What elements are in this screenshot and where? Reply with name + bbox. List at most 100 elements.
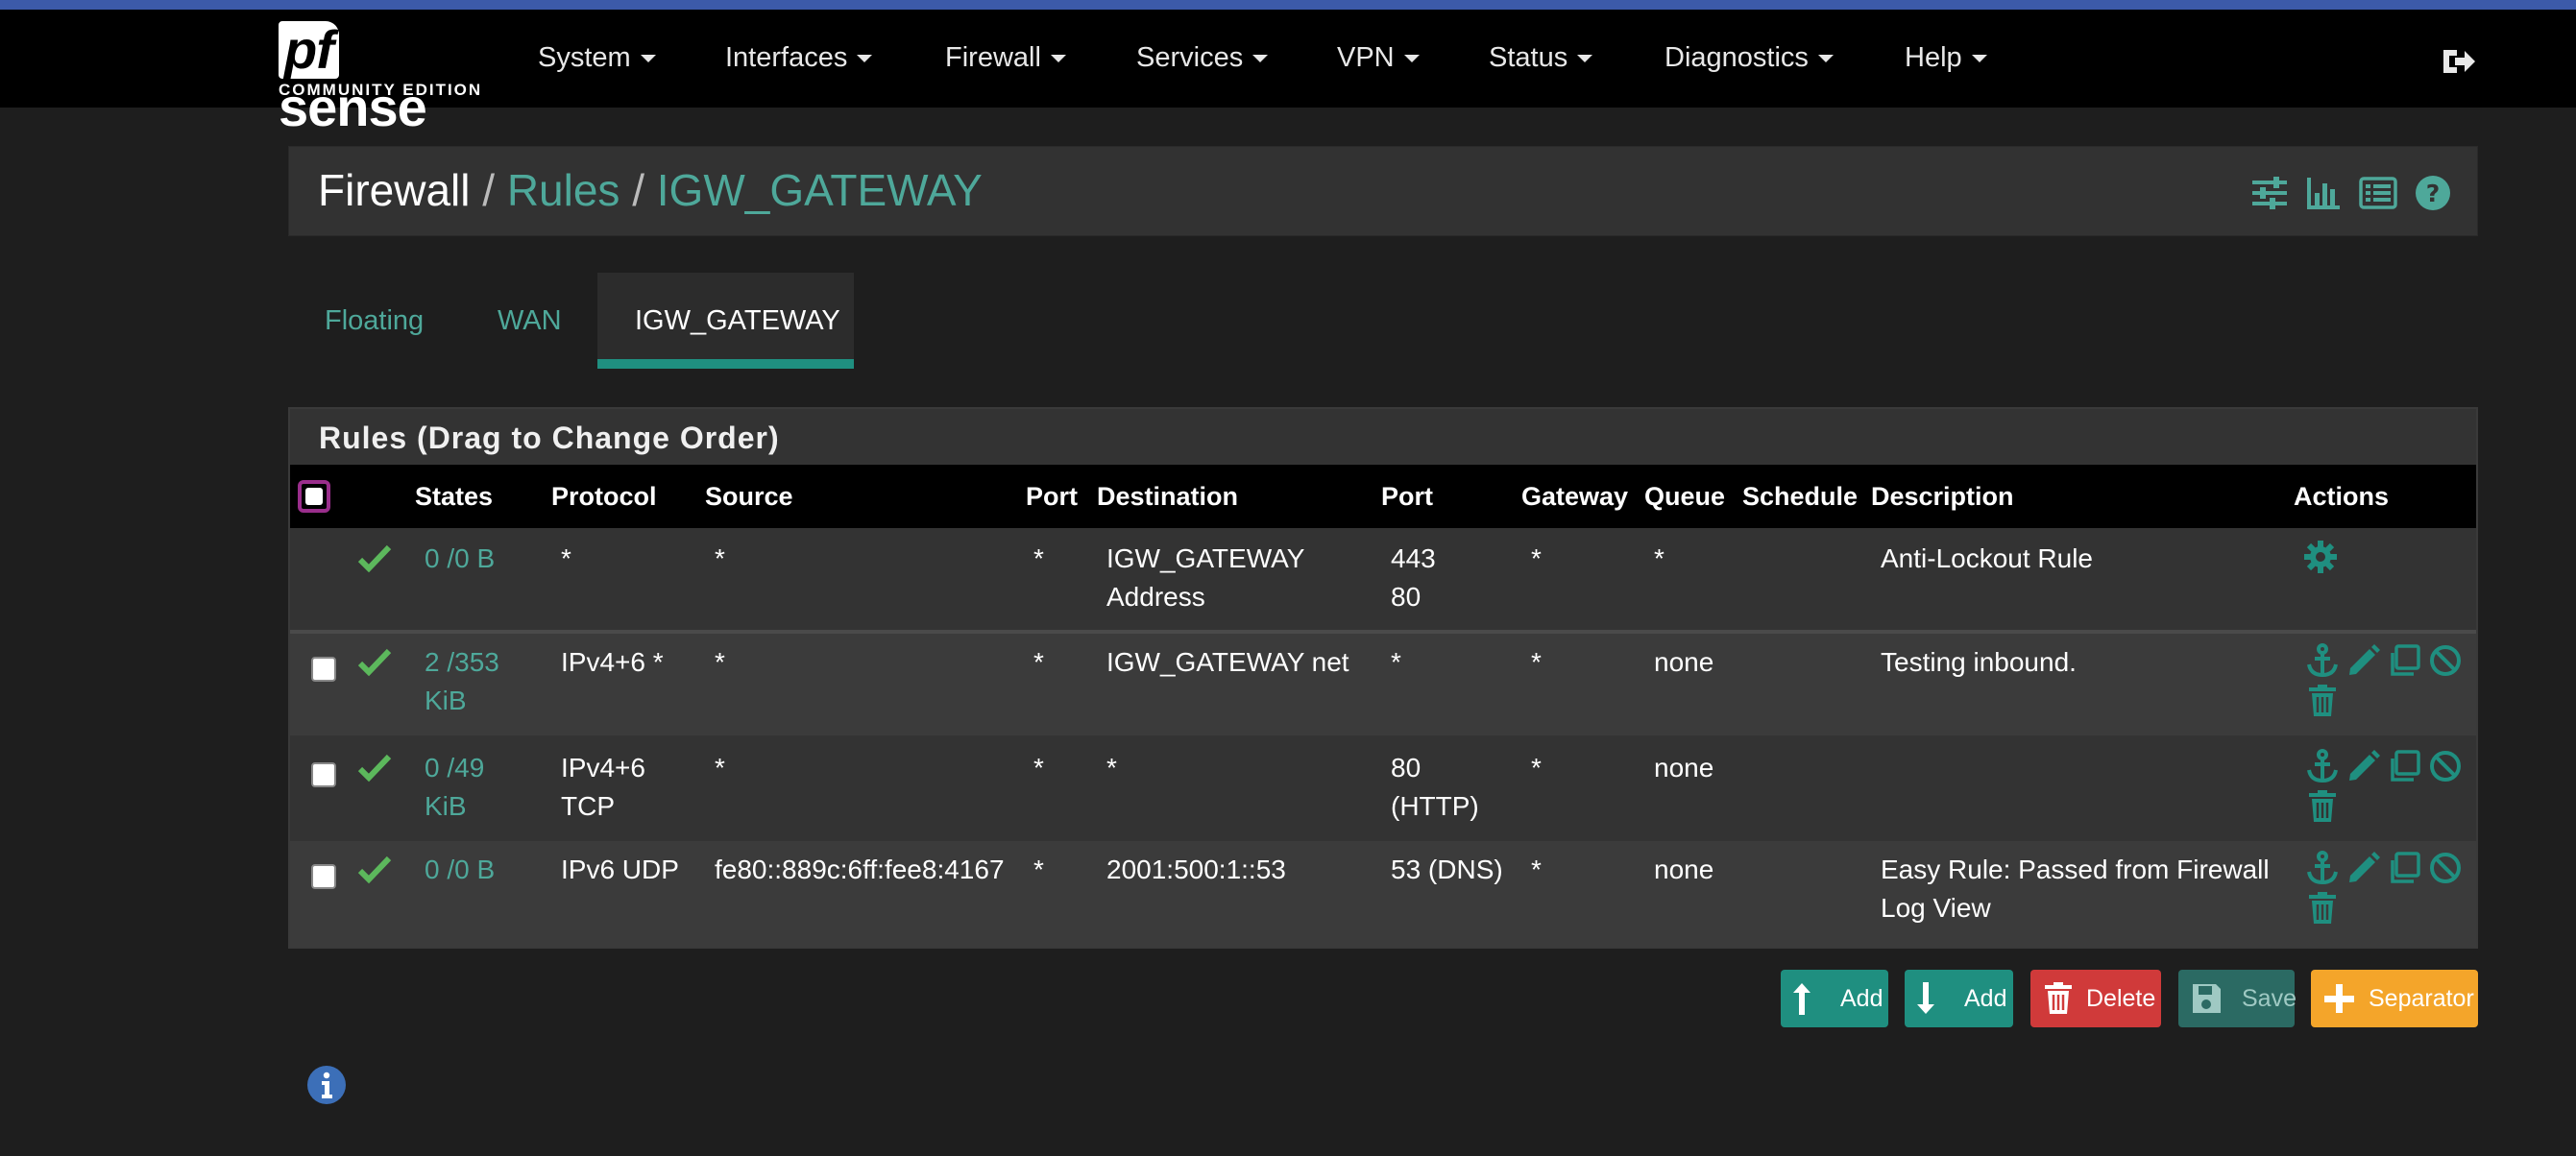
- table-row[interactable]: 0 /0 B IPv6 UDP fe80::889c:6ff:fee8:4167…: [290, 841, 2476, 947]
- description: Testing inbound.: [1881, 647, 2077, 677]
- destination-line2: Address: [1106, 582, 1205, 612]
- destination: IGW_GATEWAY net: [1106, 647, 1349, 677]
- sliders-icon[interactable]: [2250, 174, 2289, 212]
- nav-help[interactable]: Help: [1905, 42, 1987, 74]
- add-bottom-button[interactable]: Add: [1905, 970, 2013, 1027]
- col-source: Source: [705, 482, 793, 511]
- tab-wan[interactable]: WAN: [498, 305, 562, 337]
- nav-label: System: [538, 42, 631, 73]
- nav-status[interactable]: Status: [1489, 42, 1593, 74]
- states-link[interactable]: 0 /0 B: [425, 851, 495, 889]
- queue: none: [1654, 647, 1714, 677]
- col-protocol: Protocol: [551, 482, 657, 511]
- trash-icon[interactable]: [2305, 891, 2340, 926]
- nav-interfaces[interactable]: Interfaces: [725, 42, 873, 74]
- states-link[interactable]: 0 /49: [425, 749, 484, 787]
- source-port: *: [1033, 647, 1044, 677]
- separator-button[interactable]: Separator: [2311, 970, 2478, 1027]
- states-link-line2[interactable]: KiB: [425, 787, 467, 826]
- states-link[interactable]: 2 /353: [425, 643, 499, 682]
- rules-panel: Rules (Drag to Change Order) States Prot…: [288, 407, 2478, 949]
- destination-port: 443: [1391, 543, 1436, 573]
- button-label: Add: [1840, 985, 1883, 1012]
- copy-icon[interactable]: [2387, 749, 2421, 783]
- nav-firewall[interactable]: Firewall: [945, 42, 1066, 74]
- col-source-port: Port: [1026, 482, 1078, 511]
- caret-down-icon: [640, 55, 656, 63]
- breadcrumb-igw-gateway[interactable]: IGW_GATEWAY: [657, 165, 983, 215]
- col-queue: Queue: [1644, 482, 1726, 511]
- copy-icon[interactable]: [2387, 643, 2421, 678]
- pencil-icon[interactable]: [2346, 749, 2381, 783]
- tab-igw-gateway[interactable]: IGW_GATEWAY: [635, 305, 840, 337]
- protocol: *: [561, 543, 571, 573]
- row-checkbox[interactable]: [311, 864, 336, 889]
- table-row[interactable]: 2 /353 KiB IPv4+6 * * * IGW_GATEWAY net …: [290, 634, 2476, 735]
- trash-icon[interactable]: [2305, 789, 2340, 824]
- destination-port-line2: 80: [1391, 582, 1422, 612]
- nav-label: Interfaces: [725, 42, 848, 73]
- ban-icon[interactable]: [2428, 749, 2463, 783]
- list-icon[interactable]: [2359, 174, 2397, 212]
- ban-icon[interactable]: [2428, 851, 2463, 885]
- pfsense-logo[interactable]: pfsense COMMUNITY EDITION: [279, 21, 485, 136]
- states-link-line2[interactable]: KiB: [425, 682, 467, 720]
- breadcrumb-rules[interactable]: Rules: [507, 165, 620, 215]
- gear-icon[interactable]: [2303, 540, 2338, 574]
- save-button[interactable]: Save: [2178, 970, 2297, 1027]
- protocol: IPv6 UDP: [561, 855, 679, 884]
- tab-floating[interactable]: Floating: [325, 305, 424, 337]
- breadcrumb-firewall: Firewall: [318, 165, 471, 215]
- source: fe80::889c:6ff:fee8:4167: [715, 855, 1005, 884]
- row-checkbox[interactable]: [311, 657, 336, 682]
- select-all-checkbox[interactable]: [298, 480, 330, 513]
- caret-down-icon: [1403, 55, 1420, 63]
- col-destination: Destination: [1097, 482, 1239, 511]
- description-line2: Log View: [1881, 893, 1991, 923]
- table-row[interactable]: 0 /49 KiB IPv4+6 TCP * * * 80 (HTTP) * n…: [290, 735, 2476, 841]
- destination: *: [1106, 753, 1117, 783]
- caret-down-icon: [1971, 55, 1987, 63]
- destination-port: 80: [1391, 753, 1422, 783]
- caret-down-icon: [1050, 55, 1066, 63]
- table-row[interactable]: 0 /0 B * * * IGW_GATEWAY Address 443 80 …: [290, 528, 2476, 630]
- add-top-button[interactable]: Add: [1781, 970, 1888, 1027]
- caret-down-icon: [1252, 55, 1269, 63]
- anchor-icon[interactable]: [2305, 851, 2340, 885]
- destination-port-line2: (HTTP): [1391, 791, 1479, 821]
- nav-label: Status: [1489, 42, 1568, 73]
- anchor-icon[interactable]: [2305, 749, 2340, 783]
- source: *: [715, 753, 725, 783]
- top-accent-line: [0, 0, 2576, 10]
- sign-out-icon[interactable]: [2440, 42, 2478, 81]
- level-up-icon: [1793, 983, 1810, 1015]
- table-header: States Protocol Source Port Destination …: [290, 465, 2476, 528]
- page-header: Firewall / Rules / IGW_GATEWAY ?: [288, 146, 2478, 236]
- button-label: Delete: [2086, 985, 2156, 1012]
- trash-icon[interactable]: [2305, 684, 2340, 718]
- source-port: *: [1033, 753, 1044, 783]
- row-checkbox[interactable]: [311, 762, 336, 787]
- anchor-icon[interactable]: [2305, 643, 2340, 678]
- help-icon[interactable]: ?: [2414, 174, 2452, 212]
- queue: none: [1654, 753, 1714, 783]
- destination-port: *: [1391, 647, 1401, 677]
- ban-icon[interactable]: [2428, 643, 2463, 678]
- copy-icon[interactable]: [2387, 851, 2421, 885]
- nav-vpn[interactable]: VPN: [1337, 42, 1420, 74]
- nav-system[interactable]: System: [538, 42, 656, 74]
- nav-services[interactable]: Services: [1136, 42, 1269, 74]
- info-icon[interactable]: [306, 1065, 347, 1105]
- button-label: Add: [1964, 985, 2007, 1012]
- pencil-icon[interactable]: [2346, 851, 2381, 885]
- col-schedule: Schedule: [1742, 482, 1859, 511]
- bar-chart-icon[interactable]: [2304, 174, 2343, 212]
- nav-label: Help: [1905, 42, 1962, 73]
- nav-diagnostics[interactable]: Diagnostics: [1665, 42, 1834, 74]
- states-link[interactable]: 0 /0 B: [425, 540, 495, 578]
- protocol-line2: TCP: [561, 791, 615, 821]
- destination-port: 53 (DNS): [1391, 855, 1503, 884]
- col-destination-port: Port: [1381, 482, 1433, 511]
- pencil-icon[interactable]: [2346, 643, 2381, 678]
- delete-button[interactable]: Delete: [2030, 970, 2161, 1027]
